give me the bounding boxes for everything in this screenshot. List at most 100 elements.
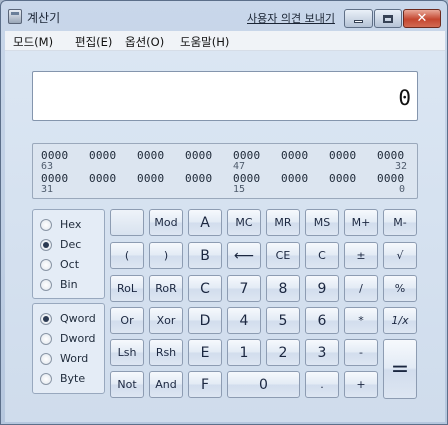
radio-label: Byte: [60, 372, 86, 385]
radio-label: Qword: [60, 312, 96, 325]
memory-add-key[interactable]: M+: [344, 209, 378, 236]
menu-options[interactable]: 옵션(O): [125, 34, 164, 50]
bit-group[interactable]: 0000: [281, 172, 308, 185]
memory-recall-key[interactable]: MR: [266, 209, 300, 236]
blank-key: [110, 209, 144, 236]
title-bar: 계산기 사용자 의견 보내기 ✕: [1, 1, 447, 31]
memory-store-key[interactable]: MS: [305, 209, 339, 236]
bit-group[interactable]: 0000: [89, 172, 116, 185]
menu-edit[interactable]: 편집(E): [75, 34, 112, 50]
rotate-left-key[interactable]: RoL: [110, 275, 144, 302]
memory-clear-key[interactable]: MC: [227, 209, 261, 236]
left-paren-key[interactable]: (: [110, 242, 144, 269]
decimal-key[interactable]: .: [305, 371, 339, 398]
not-key[interactable]: Not: [110, 371, 144, 398]
hex-c-key[interactable]: C: [188, 275, 222, 302]
digit-9-key[interactable]: 9: [305, 275, 339, 302]
digit-1-key[interactable]: 1: [227, 339, 261, 366]
digit-0-key[interactable]: 0: [227, 371, 300, 398]
bit-position-label: 31: [41, 184, 54, 195]
bit-position-label: 63: [41, 161, 54, 172]
right-paren-key[interactable]: ): [149, 242, 183, 269]
minimize-icon: [354, 20, 363, 23]
rotate-right-key[interactable]: RoR: [149, 275, 183, 302]
bit-display: 0000 0000 0000 0000 0000 0000 0000 0000 …: [32, 143, 418, 199]
hex-f-key[interactable]: F: [188, 371, 222, 398]
add-key[interactable]: +: [344, 371, 378, 398]
sqrt-key[interactable]: √: [383, 242, 417, 269]
subtract-key[interactable]: -: [344, 339, 378, 366]
bit-group[interactable]: 0000: [137, 149, 164, 162]
digit-4-key[interactable]: 4: [227, 307, 261, 334]
percent-key[interactable]: %: [383, 275, 417, 302]
radio-button[interactable]: [40, 219, 52, 231]
bit-group[interactable]: 0000: [329, 149, 356, 162]
minimize-button[interactable]: [344, 9, 373, 28]
digit-3-key[interactable]: 3: [305, 339, 339, 366]
radio-button[interactable]: [40, 279, 52, 291]
window-title: 계산기: [27, 11, 61, 25]
clear-key[interactable]: C: [305, 242, 339, 269]
bit-group[interactable]: 0000: [329, 172, 356, 185]
radio-label: Dword: [60, 332, 96, 345]
radio-button[interactable]: [40, 333, 52, 345]
memory-subtract-key[interactable]: M-: [383, 209, 417, 236]
bit-group[interactable]: 0000: [89, 149, 116, 162]
maximize-button[interactable]: [374, 9, 402, 28]
radio-button-selected[interactable]: [40, 313, 52, 325]
maximize-icon: [383, 15, 393, 23]
or-key[interactable]: Or: [110, 307, 144, 334]
bit-position-label: 32: [395, 161, 408, 172]
hex-a-key[interactable]: A: [188, 209, 222, 236]
radio-label: Dec: [60, 238, 82, 251]
clear-entry-key[interactable]: CE: [266, 242, 300, 269]
reciprocal-key[interactable]: 1/x: [383, 307, 417, 334]
menu-bar: 모드(M) 편집(E) 옵션(O) 도움말(H): [5, 31, 445, 51]
radio-label: Oct: [60, 258, 80, 271]
mod-key[interactable]: Mod: [149, 209, 183, 236]
calculator-icon: [8, 9, 22, 24]
bit-position-label: 47: [233, 161, 246, 172]
radio-label: Bin: [60, 278, 78, 291]
word-size-group: Qword Dword Word Byte: [32, 303, 105, 394]
hex-e-key[interactable]: E: [188, 339, 222, 366]
hex-b-key[interactable]: B: [188, 242, 222, 269]
calculator-body: 0 0000 0000 0000 0000 0000 0000 0000 000…: [5, 51, 445, 422]
close-button[interactable]: ✕: [403, 9, 441, 28]
and-key[interactable]: And: [149, 371, 183, 398]
radio-label: Word: [60, 352, 89, 365]
radio-button[interactable]: [40, 353, 52, 365]
digit-8-key[interactable]: 8: [266, 275, 300, 302]
bit-position-label: 15: [233, 184, 246, 195]
bit-group[interactable]: 0000: [185, 172, 212, 185]
menu-help[interactable]: 도움말(H): [180, 34, 229, 50]
digit-5-key[interactable]: 5: [266, 307, 300, 334]
divide-key[interactable]: /: [344, 275, 378, 302]
right-shift-key[interactable]: Rsh: [149, 339, 183, 366]
calculator-window: 계산기 사용자 의견 보내기 ✕ 모드(M) 편집(E) 옵션(O) 도움말(H…: [0, 0, 448, 425]
display-value: 0: [398, 86, 411, 110]
bit-group[interactable]: 0000: [281, 149, 308, 162]
radio-label: Hex: [60, 218, 82, 231]
bit-group[interactable]: 0000: [185, 149, 212, 162]
left-shift-key[interactable]: Lsh: [110, 339, 144, 366]
negate-key[interactable]: ±: [344, 242, 378, 269]
result-display: 0: [32, 71, 418, 121]
bit-group[interactable]: 0000: [137, 172, 164, 185]
digit-7-key[interactable]: 7: [227, 275, 261, 302]
bit-position-label: 0: [399, 184, 406, 195]
number-base-group: Hex Dec Oct Bin: [32, 209, 105, 299]
radio-button-selected[interactable]: [40, 239, 52, 251]
equals-key[interactable]: =: [383, 339, 417, 399]
radio-button[interactable]: [40, 259, 52, 271]
multiply-key[interactable]: *: [344, 307, 378, 334]
digit-2-key[interactable]: 2: [266, 339, 300, 366]
close-icon: ✕: [416, 11, 428, 26]
digit-6-key[interactable]: 6: [305, 307, 339, 334]
hex-d-key[interactable]: D: [188, 307, 222, 334]
radio-button[interactable]: [40, 373, 52, 385]
feedback-link[interactable]: 사용자 의견 보내기: [247, 10, 335, 26]
xor-key[interactable]: Xor: [149, 307, 183, 334]
backspace-key[interactable]: ⟵: [227, 242, 261, 269]
menu-mode[interactable]: 모드(M): [13, 34, 53, 50]
